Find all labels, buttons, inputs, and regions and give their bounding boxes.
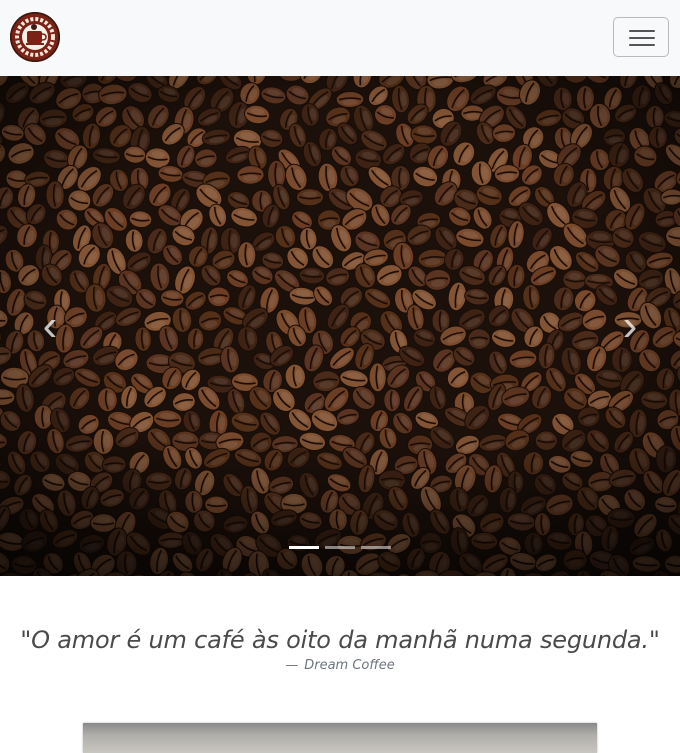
hero-carousel: ‹ ›	[0, 76, 680, 576]
quote-block: "O amor é um café às oito da manhã numa …	[0, 622, 680, 674]
chevron-left-icon: ‹	[42, 301, 58, 350]
carousel-indicators	[0, 546, 680, 552]
brand-logo[interactable]	[10, 12, 60, 62]
carousel-indicator-1[interactable]	[289, 546, 319, 549]
navbar	[0, 0, 680, 76]
carousel-indicator-2[interactable]	[325, 546, 355, 549]
chevron-right-icon: ›	[622, 301, 638, 350]
quote-text: "O amor é um café às oito da manhã numa …	[20, 626, 660, 654]
coffee-beans-image	[0, 76, 680, 576]
quote-footer: — Dream Coffee	[0, 658, 680, 674]
carousel-next-button[interactable]: ›	[580, 76, 680, 576]
quote-dash: —	[285, 658, 299, 673]
section-image	[83, 723, 597, 753]
quote-author: Dream Coffee	[304, 658, 395, 673]
hamburger-menu-icon	[629, 29, 655, 47]
coffee-shop-logo-icon	[10, 12, 60, 62]
navbar-toggler-button[interactable]	[613, 17, 669, 57]
carousel-indicator-3[interactable]	[361, 546, 391, 549]
carousel-prev-button[interactable]: ‹	[0, 76, 100, 576]
